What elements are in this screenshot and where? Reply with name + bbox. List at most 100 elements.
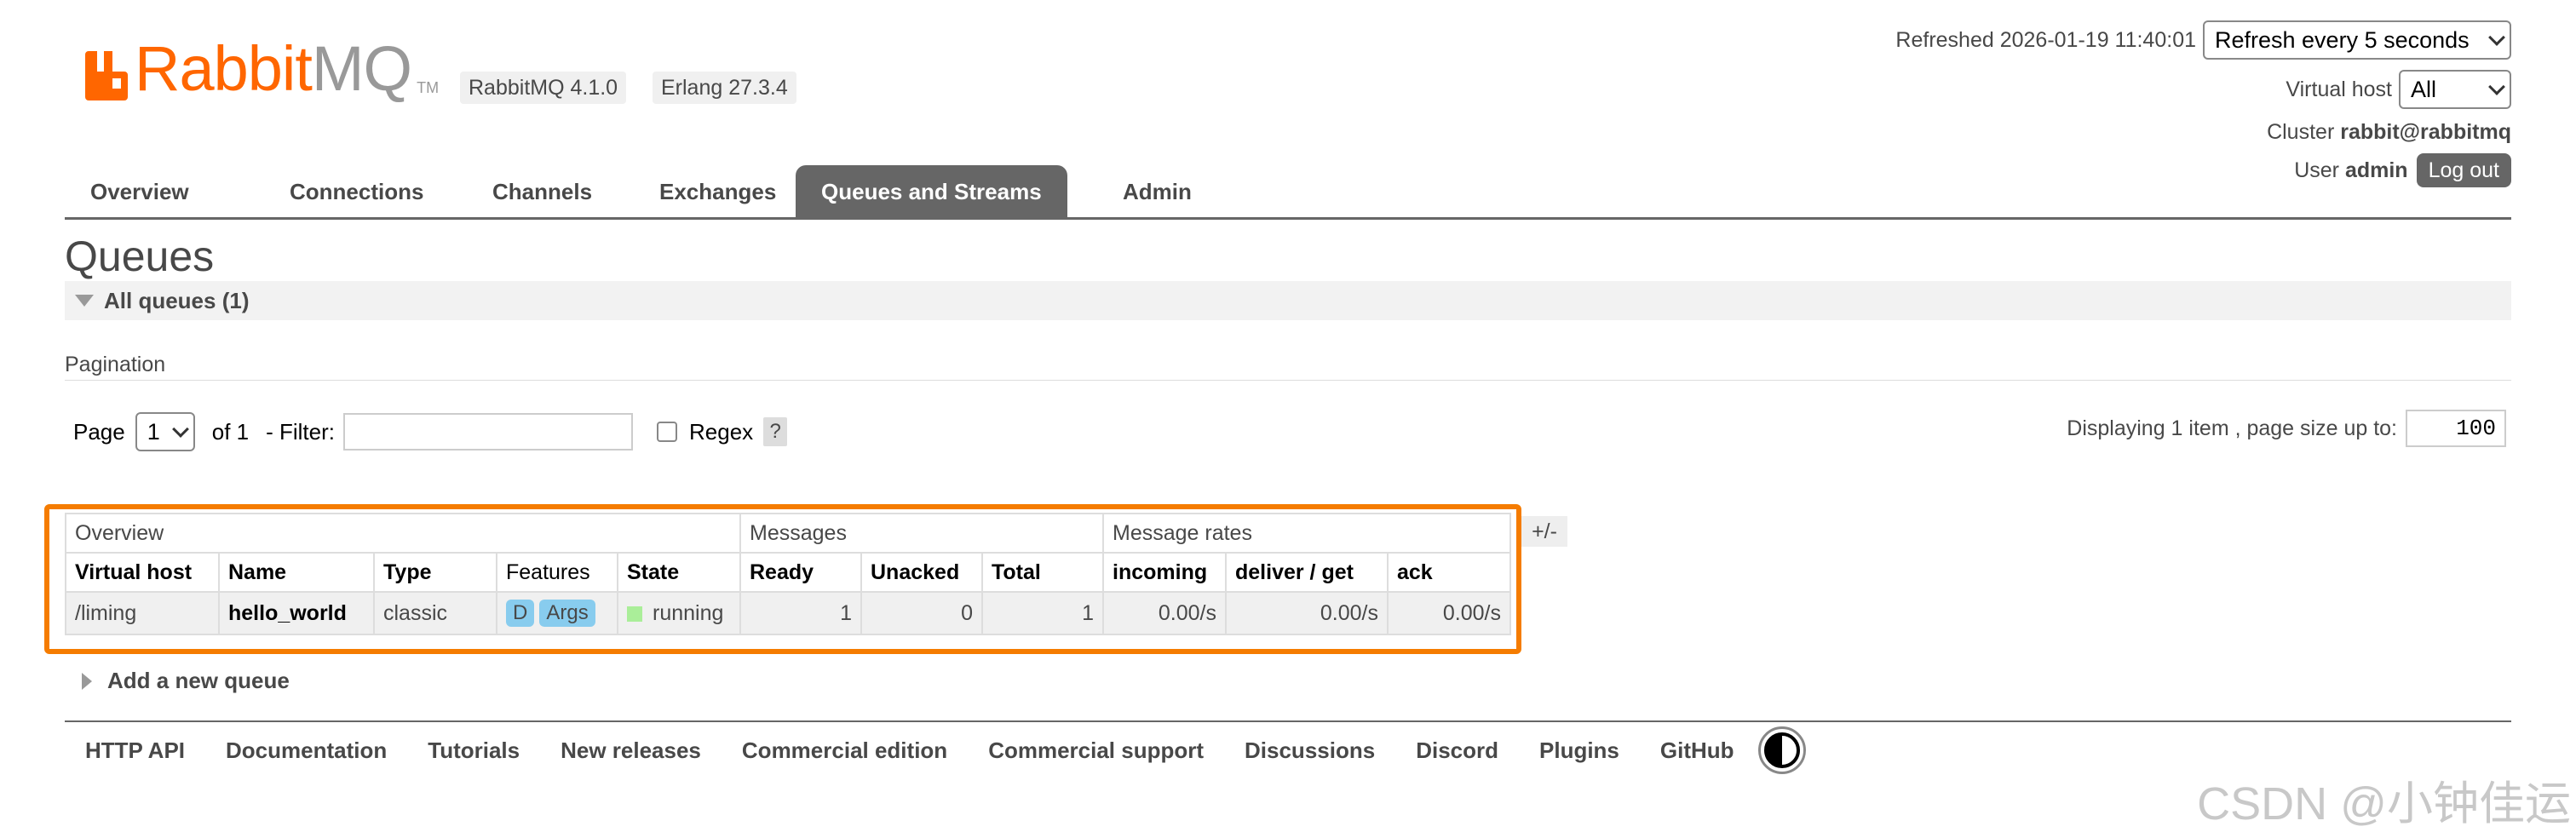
- col-features: Features: [496, 552, 618, 593]
- all-queues-label: All queues (1): [104, 287, 250, 313]
- filter-label: - Filter:: [266, 418, 335, 445]
- pagination-heading: Pagination: [65, 353, 166, 376]
- refreshed-timestamp: Refreshed 2026-01-19 11:40:01: [1895, 27, 2196, 52]
- refresh-interval-select[interactable]: Refresh every 5 seconds: [2203, 20, 2511, 60]
- regex-label: Regex: [689, 418, 754, 445]
- col-total[interactable]: Total: [981, 552, 1104, 593]
- queues-table: Overview Messages Message rates Virtual …: [65, 513, 1511, 635]
- display-count-label: Displaying 1 item , page size up to:: [2067, 416, 2397, 440]
- footer-link-new-releases[interactable]: New releases: [561, 738, 701, 764]
- all-queues-section-toggle[interactable]: All queues (1): [65, 281, 2511, 320]
- logo-mq-text: MQ: [311, 33, 412, 104]
- col-ready[interactable]: Ready: [739, 552, 862, 593]
- tab-overview[interactable]: Overview: [65, 165, 215, 218]
- feature-durable-badge: D: [506, 600, 535, 627]
- virtual-host-value: All: [2411, 76, 2437, 102]
- group-overview: Overview: [65, 513, 741, 554]
- tab-connections[interactable]: Connections: [264, 165, 449, 218]
- chevron-down-icon: [171, 421, 189, 438]
- cell-total: 1: [981, 591, 1104, 635]
- col-deliver-get[interactable]: deliver / get: [1225, 552, 1389, 593]
- table-group-header-row: Overview Messages Message rates: [65, 513, 1511, 554]
- state-label: running: [653, 600, 724, 625]
- cell-state: running: [617, 591, 741, 635]
- col-ack[interactable]: ack: [1387, 552, 1511, 593]
- cell-ready: 1: [739, 591, 862, 635]
- table-row[interactable]: /liming hello_world classic D Args runnin…: [65, 591, 1511, 635]
- virtual-host-select[interactable]: All: [2399, 70, 2511, 109]
- col-virtual-host[interactable]: Virtual host: [65, 552, 220, 593]
- state-running-icon: [627, 606, 642, 622]
- footer-link-github[interactable]: GitHub: [1660, 738, 1734, 764]
- contrast-icon: [1763, 732, 1800, 768]
- regex-checkbox[interactable]: [657, 422, 677, 442]
- col-state[interactable]: State: [617, 552, 741, 593]
- page-number-select[interactable]: 1: [135, 412, 195, 451]
- footer-link-documentation[interactable]: Documentation: [226, 738, 387, 764]
- page-title: Queues: [65, 232, 215, 280]
- footer-link-tutorials[interactable]: Tutorials: [428, 738, 520, 764]
- col-incoming[interactable]: incoming: [1102, 552, 1227, 593]
- rabbitmq-version-badge: RabbitMQ 4.1.0: [460, 72, 627, 104]
- triangle-right-icon: [82, 672, 92, 690]
- footer-link-http-api[interactable]: HTTP API: [85, 738, 185, 764]
- filter-input[interactable]: [343, 413, 633, 451]
- logo-rabbit-text: Rabbit: [135, 33, 313, 104]
- col-name[interactable]: Name: [218, 552, 375, 593]
- footer-link-commercial-support[interactable]: Commercial support: [988, 738, 1204, 764]
- erlang-version-badge: Erlang 27.3.4: [653, 72, 796, 104]
- queue-name-link[interactable]: hello_world: [218, 591, 375, 635]
- columns-toggle-button[interactable]: +/-: [1521, 516, 1567, 547]
- regex-help-button[interactable]: ?: [763, 417, 788, 446]
- footer-link-discord[interactable]: Discord: [1416, 738, 1498, 764]
- feature-args-badge: Args: [539, 600, 595, 627]
- cell-unacked: 0: [860, 591, 983, 635]
- csdn-watermark: CSDN @小钟佳运: [2197, 778, 2571, 829]
- cell-deliver-get: 0.00/s: [1225, 591, 1389, 635]
- add-queue-section-toggle[interactable]: Add a new queue: [82, 668, 290, 694]
- triangle-down-icon: [75, 295, 94, 307]
- footer-links: HTTP API Documentation Tutorials New rel…: [65, 726, 1806, 774]
- page-size-controls: Displaying 1 item , page size up to:: [2067, 409, 2506, 448]
- footer-link-discussions[interactable]: Discussions: [1245, 738, 1375, 764]
- pagination-divider: [65, 380, 2511, 381]
- cluster-label: Cluster: [2267, 119, 2335, 144]
- footer-link-commercial-edition[interactable]: Commercial edition: [742, 738, 947, 764]
- col-unacked[interactable]: Unacked: [860, 552, 983, 593]
- rabbitmq-logo-icon: [85, 51, 128, 100]
- cluster-row: Cluster rabbit@rabbitmq: [2267, 116, 2511, 148]
- chevron-down-icon: [2488, 29, 2505, 46]
- cell-features: D Args: [496, 591, 618, 635]
- refresh-interval-value: Refresh every 5 seconds: [2215, 26, 2470, 53]
- footer-link-plugins[interactable]: Plugins: [1539, 738, 1619, 764]
- tab-queues-and-streams[interactable]: Queues and Streams: [796, 165, 1067, 218]
- table-header-row: Virtual host Name Type Features State Re…: [65, 552, 1511, 593]
- logo-trademark: TM: [417, 79, 440, 96]
- cell-incoming: 0.00/s: [1102, 591, 1227, 635]
- cell-virtual-host: /liming: [65, 591, 220, 635]
- logo-wordmark: RabbitMQ: [135, 37, 412, 100]
- page-size-input[interactable]: [2406, 410, 2506, 447]
- vhost-row: Virtual host All: [2286, 70, 2511, 109]
- cluster-name: rabbit@rabbitmq: [2340, 119, 2511, 144]
- theme-toggle-button[interactable]: [1757, 726, 1806, 774]
- group-messages: Messages: [739, 513, 1104, 554]
- page-label: Page: [73, 418, 125, 445]
- page-number-value: 1: [147, 418, 160, 445]
- vhost-label: Virtual host: [2286, 77, 2392, 101]
- footer-divider: [65, 720, 2511, 722]
- cell-type: classic: [373, 591, 497, 635]
- tab-exchanges[interactable]: Exchanges: [634, 165, 802, 218]
- rabbitmq-logo[interactable]: RabbitMQ TM: [85, 37, 439, 100]
- main-nav-tabs: Overview Connections Channels Exchanges …: [65, 165, 2511, 220]
- chevron-down-icon: [2488, 78, 2505, 95]
- col-type[interactable]: Type: [373, 552, 497, 593]
- tab-admin[interactable]: Admin: [1097, 165, 1217, 218]
- group-message-rates: Message rates: [1102, 513, 1511, 554]
- page-count-label: of 1: [211, 418, 250, 445]
- pager-controls: Page 1 of 1 - Filter: Regex ?: [73, 412, 788, 451]
- refresh-row: Refreshed 2026-01-19 11:40:01 Refresh ev…: [1895, 20, 2511, 60]
- add-queue-label: Add a new queue: [107, 668, 290, 693]
- tab-channels[interactable]: Channels: [467, 165, 618, 218]
- cell-ack: 0.00/s: [1387, 591, 1511, 635]
